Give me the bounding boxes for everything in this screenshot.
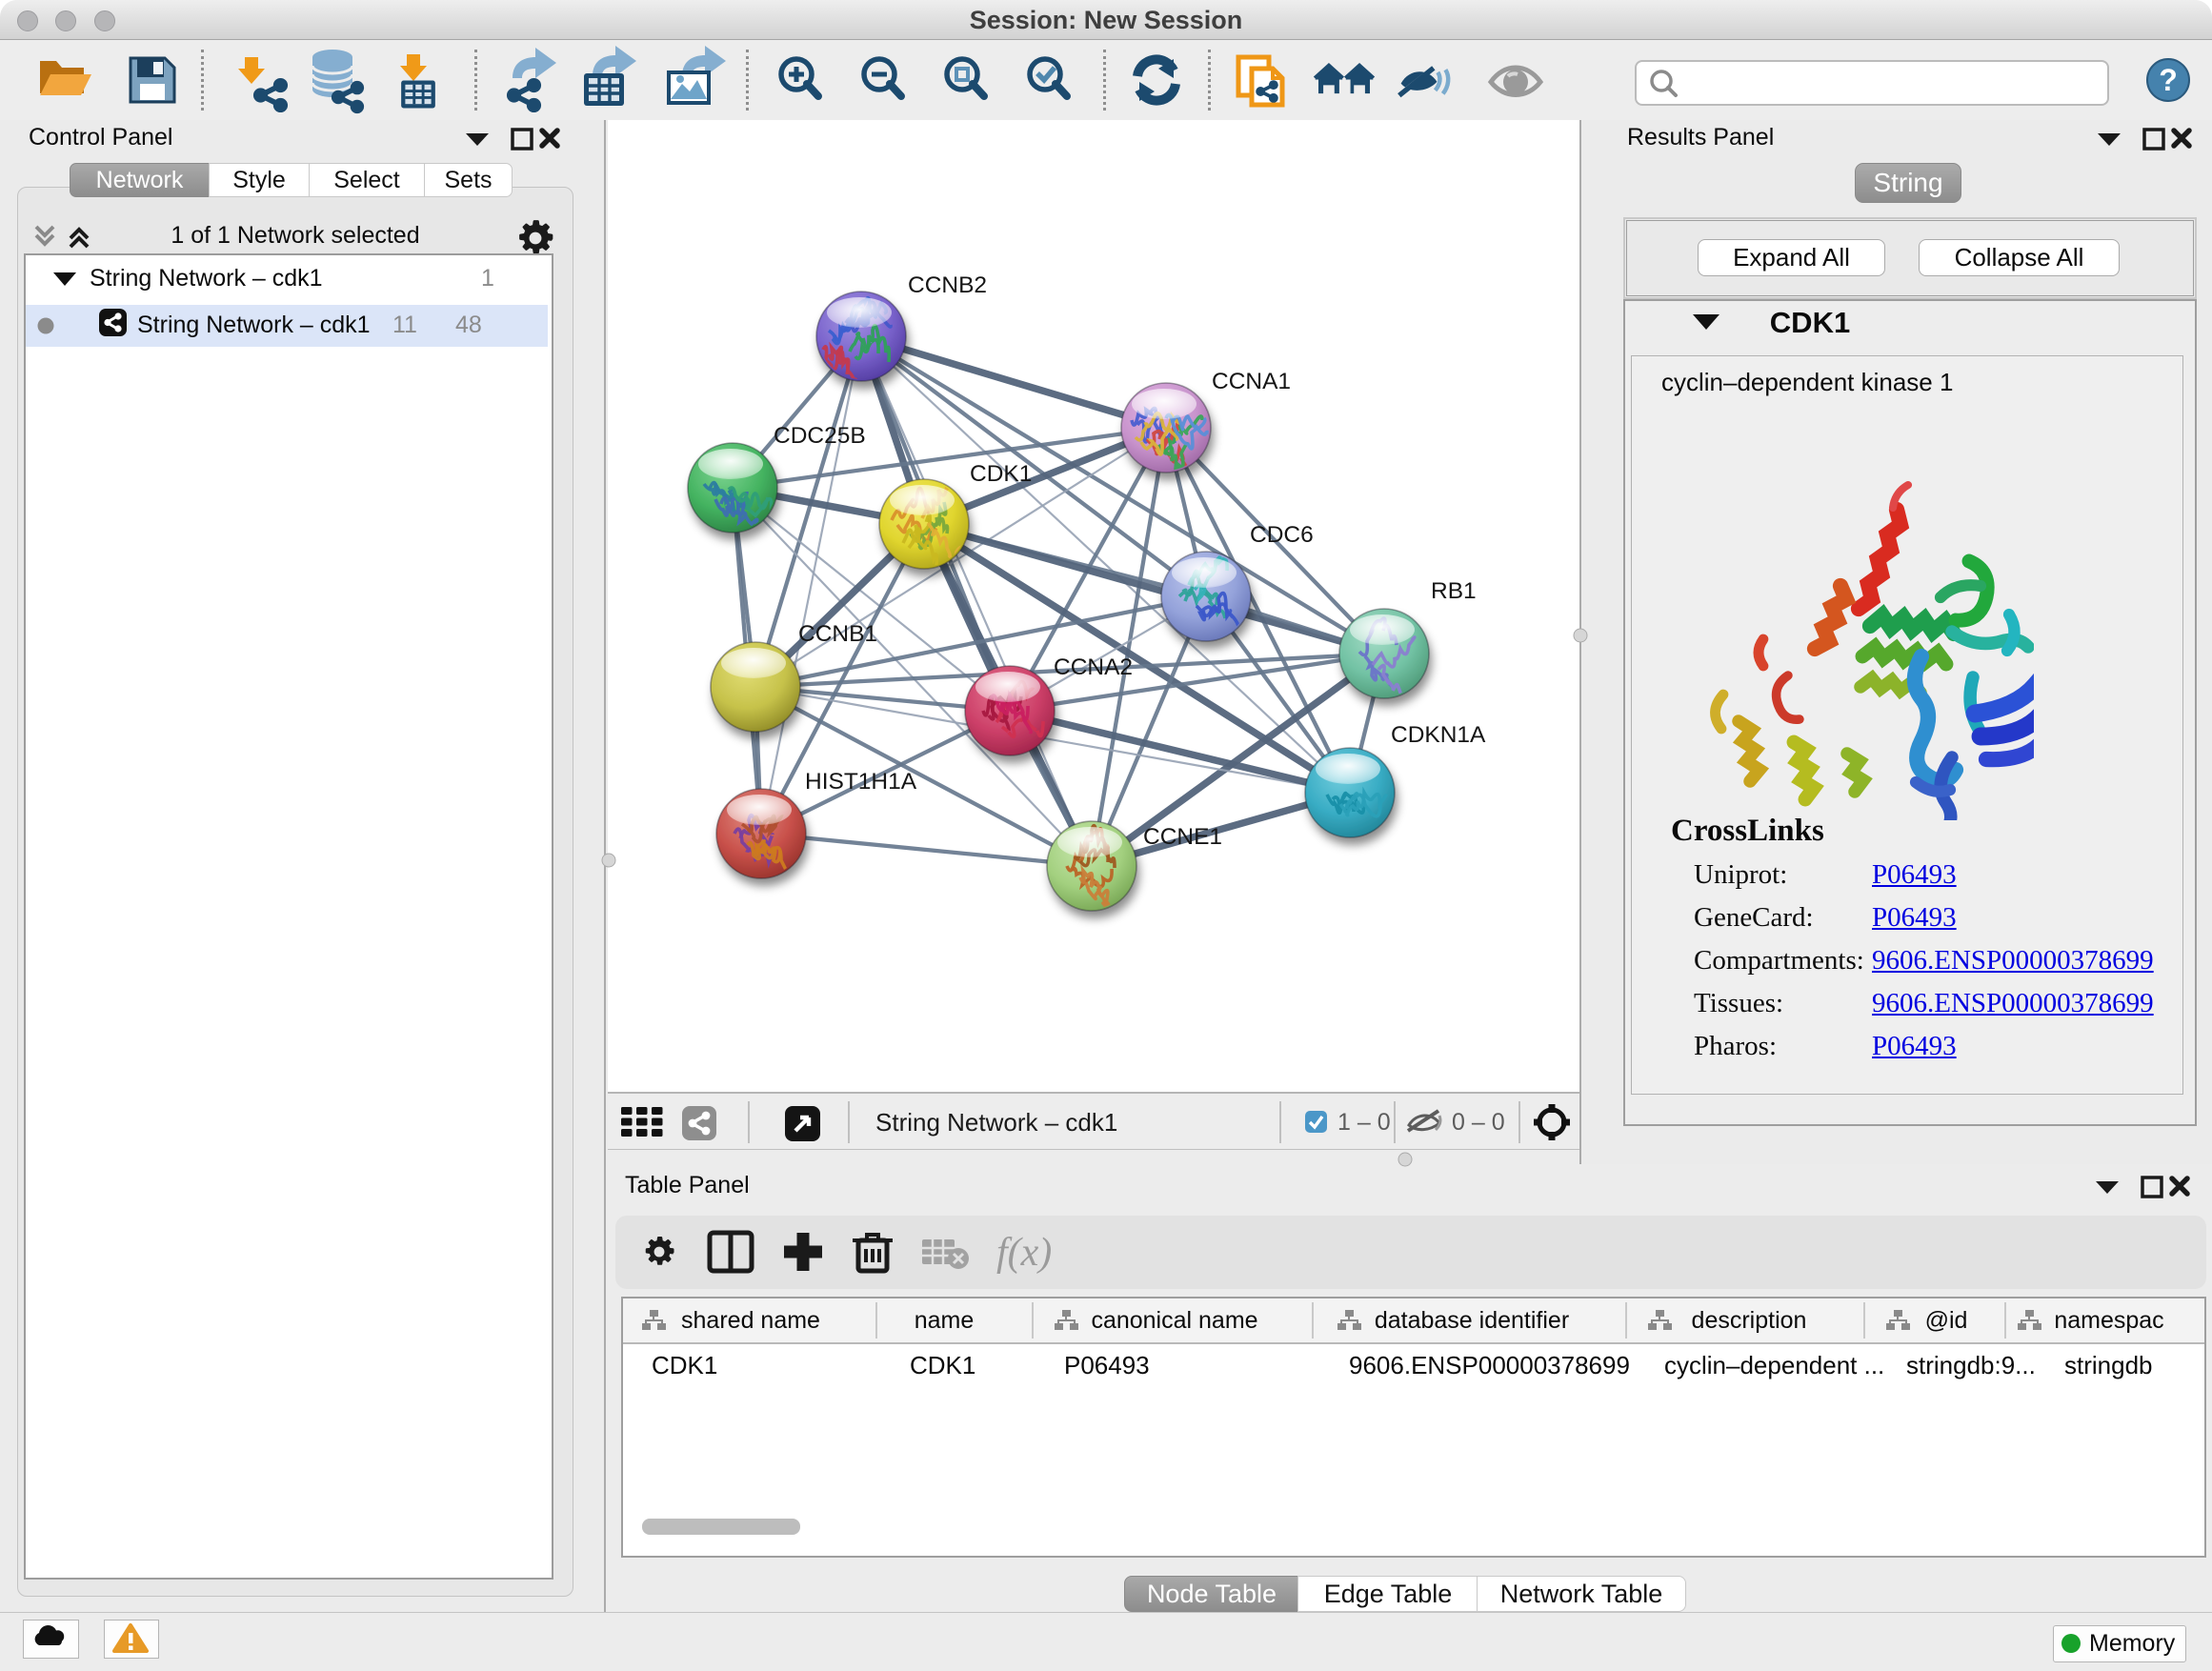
svg-text:CDKN1A: CDKN1A	[1391, 722, 1486, 748]
svg-text:CDK1: CDK1	[970, 461, 1032, 487]
svg-text:stringdb:9...: stringdb:9...	[1906, 1351, 2036, 1379]
svg-text:shared name: shared name	[681, 1307, 820, 1334]
svg-text:1 – 0: 1 – 0	[1337, 1109, 1391, 1136]
svg-text:CDK1: CDK1	[652, 1351, 717, 1379]
svg-text:CCNE1: CCNE1	[1143, 824, 1222, 850]
svg-text:HIST1H1A: HIST1H1A	[805, 769, 917, 795]
svg-text:namespac: namespac	[2054, 1307, 2163, 1334]
svg-text:String Network – cdk1: String Network – cdk1	[875, 1108, 1117, 1137]
svg-text:?: ?	[2159, 63, 2178, 97]
svg-text:CCNB1: CCNB1	[798, 621, 877, 647]
svg-text:CCNB2: CCNB2	[908, 272, 987, 298]
svg-text:canonical name: canonical name	[1091, 1307, 1257, 1334]
svg-text:stringdb: stringdb	[2064, 1351, 2153, 1379]
svg-text:P06493: P06493	[1064, 1351, 1150, 1379]
svg-text:database identifier: database identifier	[1375, 1307, 1569, 1334]
svg-text:CDC25B: CDC25B	[774, 423, 866, 449]
svg-text:CCNA2: CCNA2	[1054, 654, 1133, 680]
svg-text:@id: @id	[1925, 1307, 1968, 1334]
svg-text:9606.ENSP00000378699: 9606.ENSP00000378699	[1349, 1351, 1630, 1379]
svg-text:RB1: RB1	[1431, 578, 1477, 604]
svg-text:CDK1: CDK1	[910, 1351, 975, 1379]
svg-text:CCNA1: CCNA1	[1212, 369, 1291, 394]
svg-text:name: name	[915, 1307, 975, 1334]
svg-text:cyclin–dependent ...: cyclin–dependent ...	[1664, 1351, 1884, 1379]
svg-text:CDC6: CDC6	[1250, 522, 1314, 548]
svg-text:0 – 0: 0 – 0	[1452, 1109, 1505, 1136]
svg-text:f(x): f(x)	[996, 1231, 1052, 1275]
svg-text:description: description	[1692, 1307, 1807, 1334]
